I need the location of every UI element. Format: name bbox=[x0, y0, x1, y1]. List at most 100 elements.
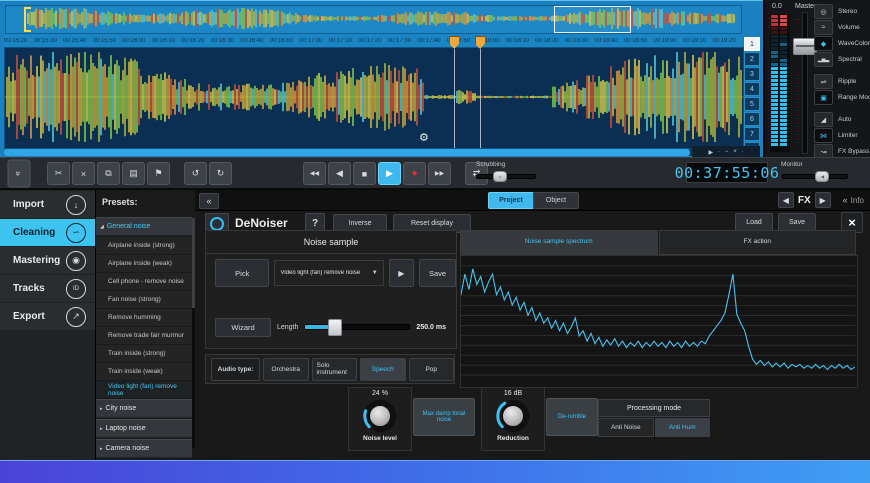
zoom-preset-button-5[interactable]: 5 bbox=[744, 97, 760, 111]
tab-noise-sample-spectrum[interactable]: Noise sample spectrum bbox=[460, 230, 658, 255]
sidebar-item-import[interactable]: Import↓ bbox=[0, 191, 95, 218]
preset-group-camera-noise[interactable]: ▸Camera noise bbox=[96, 439, 192, 458]
waveform-overview[interactable] bbox=[5, 5, 742, 34]
scrubbing-slider-handle[interactable]: •• bbox=[493, 171, 507, 182]
wavecolor-icon[interactable]: ◆ bbox=[814, 36, 833, 51]
master-fader[interactable] bbox=[793, 12, 815, 152]
preset-item[interactable]: Video light (fan) remove noise bbox=[96, 381, 192, 398]
toolbar-dock-toggle-button[interactable]: » bbox=[8, 160, 31, 188]
wave-nav-icon-0[interactable]: ▶ bbox=[709, 149, 714, 156]
anti-hum-button[interactable]: Anti Hum bbox=[655, 418, 711, 437]
monitor-slider[interactable]: ◀ bbox=[782, 174, 848, 179]
collapse-panel-button[interactable]: « bbox=[199, 193, 219, 209]
wave-nav-icon-3[interactable]: × bbox=[733, 149, 737, 155]
preset-item[interactable]: Remove humming bbox=[96, 309, 192, 326]
wizard-button[interactable]: Wizard bbox=[215, 318, 271, 337]
noise-level-knob[interactable] bbox=[360, 397, 400, 435]
preset-group-laptop-noise[interactable]: ▸Laptop noise bbox=[96, 419, 192, 438]
zoom-preset-button-7[interactable]: 7 bbox=[744, 127, 760, 141]
sidebar-item-mastering[interactable]: Mastering◉ bbox=[0, 247, 95, 274]
import-icon: ↓ bbox=[66, 195, 86, 215]
sidebar-item-tracks[interactable]: TracksID bbox=[0, 275, 95, 302]
tab-fx-action[interactable]: FX action bbox=[659, 230, 857, 255]
toolbar-redo-button[interactable]: ↻ bbox=[209, 162, 232, 185]
sidebar-item-export[interactable]: Export↗ bbox=[0, 303, 95, 330]
knob-face[interactable] bbox=[368, 404, 392, 428]
preset-item[interactable]: Airplane inside (strong) bbox=[96, 237, 192, 254]
audio-type-solo-instrument[interactable]: Solo instrument bbox=[312, 358, 357, 381]
volume-icon[interactable]: ≈ bbox=[814, 20, 833, 35]
spectral-icon[interactable]: ▂▅▃ bbox=[814, 52, 833, 67]
toolbar-paste-button[interactable]: ▤ bbox=[122, 162, 145, 185]
spectrum-chart-svg bbox=[461, 256, 855, 385]
horizontal-scrollbar[interactable] bbox=[4, 149, 690, 156]
tab-object[interactable]: Object bbox=[533, 192, 579, 209]
pick-button[interactable]: Pick bbox=[215, 259, 269, 287]
play-sample-button[interactable]: ▶ bbox=[389, 259, 414, 287]
monitor-slider-handle[interactable]: ◀ bbox=[815, 171, 829, 182]
info-toggle[interactable]: « Info bbox=[843, 195, 864, 205]
wave-nav-icon-1[interactable]: ∙ bbox=[718, 149, 720, 155]
master-row-wavecolor: ◆WaveColor bbox=[814, 37, 870, 50]
audio-type-speech[interactable]: Speech bbox=[360, 358, 405, 381]
reduction-knob[interactable] bbox=[493, 397, 533, 435]
max-damp-tonal-noise-button[interactable]: Max damp tonal noise bbox=[413, 398, 475, 436]
timeline-ruler[interactable]: 00:15:2000:15:3000:15:4000:15:5000:16:00… bbox=[4, 34, 742, 48]
tab-project[interactable]: Project bbox=[488, 192, 534, 209]
preset-item[interactable]: Fan noise (strong) bbox=[96, 291, 192, 308]
preset-item[interactable]: Train inside (weak) bbox=[96, 363, 192, 380]
toolbar-cut-button[interactable]: ✂ bbox=[47, 162, 70, 185]
zoom-preset-button-2[interactable]: 2 bbox=[744, 52, 760, 66]
save-sample-button[interactable]: Save bbox=[419, 259, 456, 287]
audio-type-pop[interactable]: Pop bbox=[409, 358, 454, 381]
ripple-icon[interactable]: ⇌ bbox=[814, 74, 833, 89]
stereo-label: Stereo bbox=[838, 8, 857, 15]
sample-dropdown[interactable]: Video light (fan) remove noise ▼ bbox=[274, 260, 383, 286]
transport-skip-end-button[interactable]: ▶▶ bbox=[428, 162, 451, 185]
length-slider[interactable] bbox=[304, 324, 410, 330]
de-rumble-button[interactable]: De-rumble bbox=[546, 398, 598, 436]
preset-group-general-noise[interactable]: ◢General noise bbox=[96, 217, 192, 236]
view-region-rect[interactable] bbox=[554, 6, 632, 33]
zoom-preset-button-3[interactable]: 3 bbox=[744, 67, 760, 81]
horizontal-scrollbar-track[interactable] bbox=[4, 149, 742, 156]
preset-item[interactable]: Remove trade fair murmur bbox=[96, 327, 192, 344]
range-mode-icon[interactable]: ▣ bbox=[814, 90, 833, 105]
main-waveform[interactable] bbox=[4, 47, 744, 149]
toolbar-undo-button[interactable]: ↺ bbox=[184, 162, 207, 185]
transport-prev-button[interactable]: ◀ bbox=[328, 162, 351, 185]
toolbar-copy-button[interactable]: ⧉ bbox=[97, 162, 120, 185]
toolbar-delete-button[interactable]: × bbox=[72, 162, 95, 185]
noise-sample-section: Noise sample Pick Video light (fan) remo… bbox=[205, 230, 457, 349]
transport-skip-start-button[interactable]: ◀◀ bbox=[303, 162, 326, 185]
length-slider-handle[interactable] bbox=[328, 319, 342, 336]
anti-noise-button[interactable]: Anti Noise bbox=[598, 418, 654, 437]
limiter-icon[interactable]: ⋈ bbox=[814, 128, 833, 143]
scrubbing-slider[interactable]: •• bbox=[476, 174, 536, 179]
toolbar-marker-button[interactable]: ⚑ bbox=[147, 162, 170, 185]
info-collapse-icon: « bbox=[843, 195, 848, 205]
auto-icon[interactable]: ◢ bbox=[814, 112, 833, 127]
gear-icon[interactable]: ⚙ bbox=[419, 131, 429, 144]
preset-group-city-noise[interactable]: ▸City noise bbox=[96, 399, 192, 418]
stereo-icon[interactable]: ◎ bbox=[814, 4, 833, 19]
audio-type-orchestra[interactable]: Orchestra bbox=[263, 358, 308, 381]
length-label: Length bbox=[277, 324, 298, 331]
transport-play-button[interactable]: ▶ bbox=[378, 162, 401, 185]
selection-start-bracket[interactable] bbox=[24, 7, 31, 32]
knob-face[interactable] bbox=[501, 404, 525, 428]
sidebar-item-label: Cleaning bbox=[13, 227, 55, 238]
sidebar-item-cleaning[interactable]: Cleaning∽ bbox=[0, 219, 95, 246]
zoom-preset-button-4[interactable]: 4 bbox=[744, 82, 760, 96]
preset-item[interactable]: Airplane inside (weak) bbox=[96, 255, 192, 272]
zoom-preset-button-1[interactable]: 1 bbox=[744, 37, 760, 51]
wave-nav-icon-4[interactable]: ∙ bbox=[742, 149, 744, 155]
fx-next-button[interactable]: ▶ bbox=[815, 192, 831, 208]
zoom-preset-button-6[interactable]: 6 bbox=[744, 112, 760, 126]
preset-item[interactable]: Train inside (strong) bbox=[96, 345, 192, 362]
preset-item[interactable]: Cell phone - remove noise bbox=[96, 273, 192, 290]
fx-prev-button[interactable]: ◀ bbox=[778, 192, 794, 208]
wave-nav-icon-2[interactable]: − bbox=[725, 149, 729, 155]
transport-stop-button[interactable]: ■ bbox=[353, 162, 376, 185]
transport-record-button[interactable]: ● bbox=[403, 162, 426, 185]
